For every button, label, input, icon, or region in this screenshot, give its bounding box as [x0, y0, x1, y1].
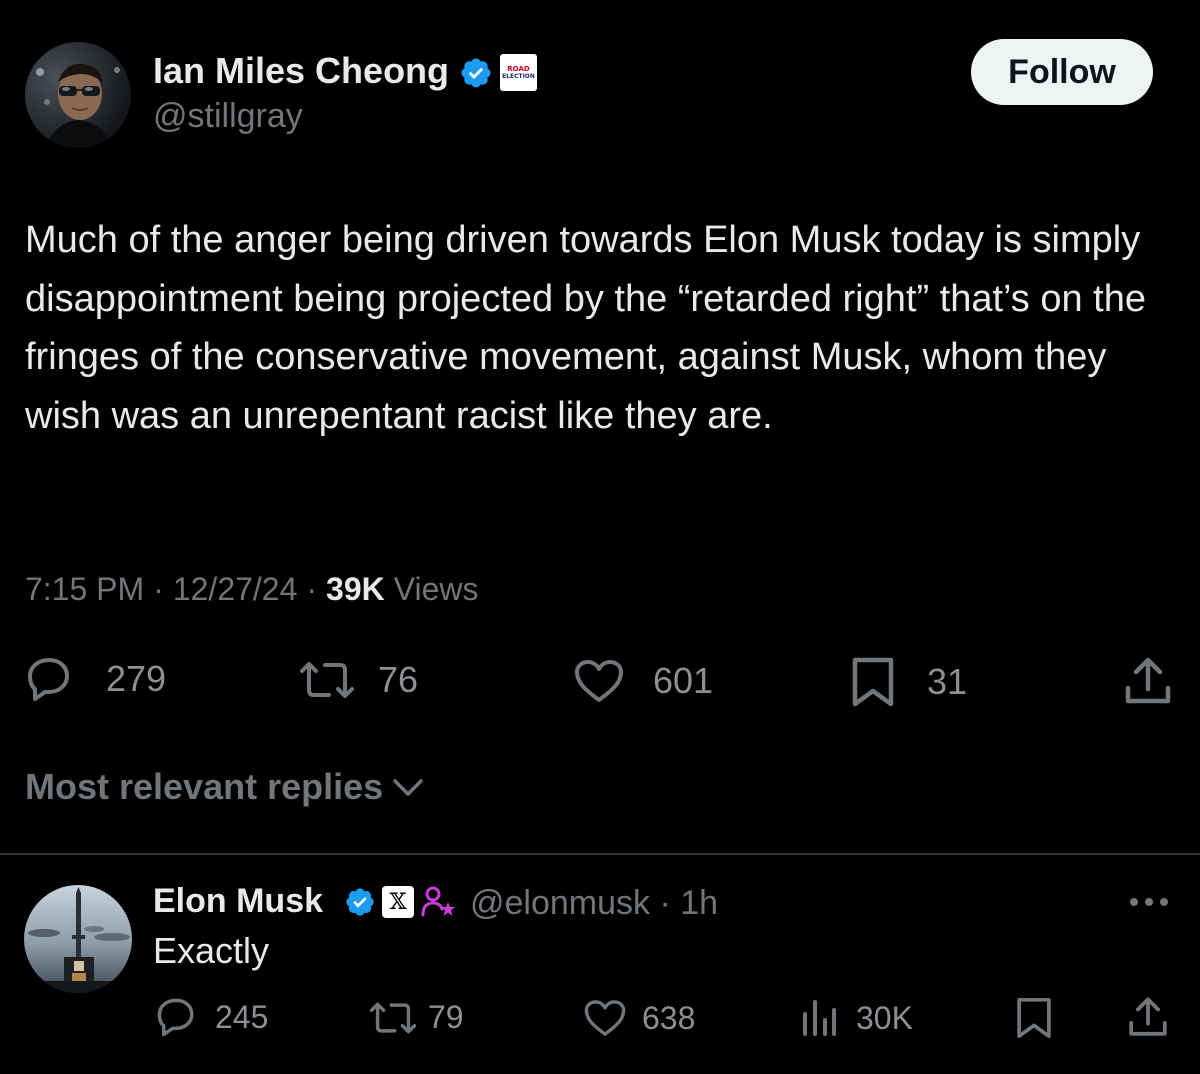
people-badge-icon: [421, 886, 455, 917]
repost-button[interactable]: 76: [298, 659, 418, 701]
reply-author-name[interactable]: Elon Musk: [153, 882, 323, 921]
verified-badge-icon: [346, 888, 374, 916]
bar-chart-icon: [803, 1000, 836, 1036]
author-handle[interactable]: @stillgray: [153, 97, 303, 136]
repost-icon: [369, 1002, 417, 1033]
tweet-meta: 7:15 PM · 12/27/24 · 39K Views: [25, 571, 479, 608]
share-button[interactable]: [1123, 655, 1173, 707]
tweet-detail-page: Ian Miles Cheong ROAD ELECTION @stillgra…: [0, 0, 1200, 1074]
affiliation-badge-line2: ELECTION: [502, 72, 535, 80]
author-name[interactable]: Ian Miles Cheong: [153, 50, 449, 92]
heart-icon: [584, 1000, 626, 1036]
divider: [0, 853, 1200, 855]
share-icon: [1125, 657, 1171, 704]
chevron-down-icon: [393, 779, 423, 796]
reply-reply-count: 245: [215, 998, 269, 1035]
bookmark-icon: [852, 657, 894, 707]
follow-button[interactable]: Follow: [971, 39, 1153, 105]
views-label[interactable]: Views: [394, 571, 479, 608]
affiliation-badge[interactable]: ROAD ELECTION: [500, 54, 537, 91]
meta-separator: ·: [306, 571, 318, 607]
verified-badge-icon: [461, 58, 491, 88]
replies-sort-dropdown[interactable]: Most relevant replies: [25, 766, 425, 808]
reply-text: Exactly: [153, 930, 270, 971]
share-icon: [1129, 997, 1167, 1036]
reply-reply-button[interactable]: 245: [155, 996, 268, 1038]
reply-age[interactable]: · 1h: [659, 884, 718, 922]
reply-author-avatar[interactable]: [24, 885, 132, 993]
reply-author-handle[interactable]: @elonmusk: [470, 884, 650, 922]
meta-separator: ·: [153, 571, 164, 607]
more-dots-icon[interactable]: [1128, 893, 1170, 911]
reply-share-button[interactable]: [1127, 995, 1169, 1039]
reply-button[interactable]: 279: [27, 655, 166, 703]
reply-bubble-icon: [28, 658, 69, 701]
bookmark-count: 31: [927, 661, 968, 702]
reply-views-count: 30K: [856, 999, 913, 1036]
repost-icon: [300, 662, 354, 698]
like-button[interactable]: 601: [573, 658, 713, 704]
affiliation-badge-line1: ROAD: [507, 64, 530, 73]
reply-views-button[interactable]: 30K: [800, 998, 913, 1038]
author-avatar[interactable]: [25, 42, 131, 148]
reply-like-count: 638: [642, 999, 696, 1036]
replies-sort-label: Most relevant replies: [25, 766, 384, 807]
bookmark-icon: [1017, 997, 1051, 1039]
tweet-date[interactable]: 12/27/24: [173, 571, 298, 608]
reply-count: 279: [106, 658, 167, 699]
reply-bookmark-button[interactable]: [1015, 996, 1053, 1040]
tweet-text: Much of the anger being driven towards E…: [25, 219, 1146, 437]
repost-count: 76: [378, 659, 419, 700]
views-count[interactable]: 39K: [326, 571, 385, 608]
reply-like-button[interactable]: 638: [583, 998, 695, 1038]
reply-bubble-icon: [157, 998, 194, 1037]
tweet-time[interactable]: 7:15 PM: [25, 571, 144, 608]
heart-icon: [575, 660, 623, 702]
x-affiliation-badge[interactable]: 𝕏: [382, 886, 414, 918]
like-count: 601: [653, 660, 714, 701]
reply-repost-button[interactable]: 79: [368, 999, 464, 1036]
reply-repost-count: 79: [428, 999, 464, 1035]
bookmark-button[interactable]: 31: [850, 656, 967, 708]
reply-author-meta: @elonmusk · 1h: [470, 884, 718, 923]
